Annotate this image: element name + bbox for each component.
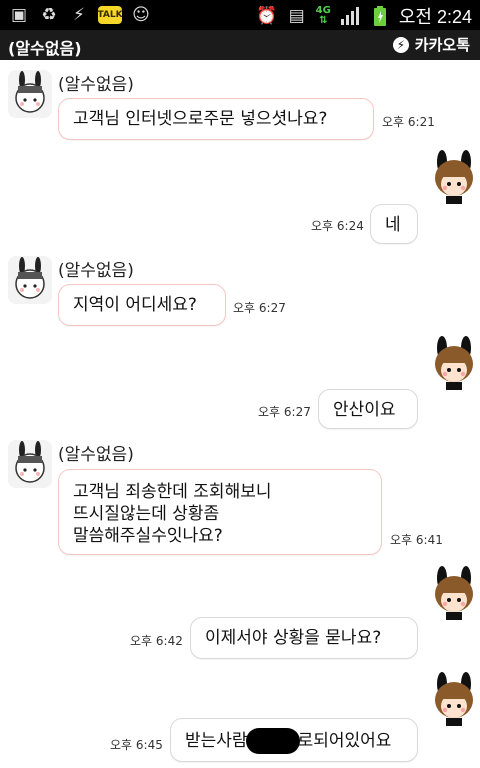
message-bubble[interactable]: 안산이요 xyxy=(318,389,418,429)
message-time: 오후 6:21 xyxy=(382,115,435,129)
message-time: 오후 6:41 xyxy=(390,533,443,547)
status-bar: ▣ ♻ ⚡ TALK ☺ ⏰ ▤ 4G ⇅ 오전 2:24 xyxy=(0,0,480,30)
message-text: 고객님 인터넷으로주문 넣으셧나요? xyxy=(73,109,328,129)
message-time: 오후 6:42 xyxy=(130,634,183,648)
sender-name: (알수없음) xyxy=(58,75,134,95)
message-text: 로되어있어요 xyxy=(297,731,392,751)
recycle-icon: ♻ xyxy=(41,4,57,25)
clock: 오전 2:24 xyxy=(398,7,472,27)
message-time: 오후 6:45 xyxy=(110,738,163,752)
kakaotalk-logo-icon: ⚡ xyxy=(392,36,409,53)
message-bubble[interactable]: 네 xyxy=(370,204,418,244)
kakaotalk-brand[interactable]: ⚡ 카카오톡 xyxy=(392,34,470,55)
sender-name: (알수없음) xyxy=(58,445,134,465)
brand-label: 카카오톡 xyxy=(414,36,470,54)
my-avatar[interactable] xyxy=(428,150,480,204)
notification-icons: ▣ ♻ ⚡ TALK ☺ xyxy=(8,4,152,26)
message-time: 오후 6:24 xyxy=(311,219,364,233)
message-text-line: 말씀해주실수잇나요? xyxy=(73,526,223,546)
message-text: 이제서야 상황을 묻나요? xyxy=(205,628,382,648)
my-avatar[interactable] xyxy=(428,566,480,620)
people-icon: ☺ xyxy=(132,4,150,25)
message-bubble[interactable]: 받는사람 로되어있어요 xyxy=(170,718,418,762)
chat-header: (알수없음) ⚡ 카카오톡 xyxy=(0,30,480,60)
message-bubble[interactable]: 이제서야 상황을 묻나요? xyxy=(190,617,418,659)
redaction-mark xyxy=(245,728,300,754)
gallery-icon: ▣ xyxy=(10,4,28,25)
message-bubble[interactable]: 고객님 죄송한데 조회해보니 뜨시질않는데 상황좀 말씀해주실수잇나요? xyxy=(58,469,382,555)
message-text: 네 xyxy=(385,215,401,235)
message-bubble[interactable]: 고객님 인터넷으로주문 넣으셧나요? xyxy=(58,98,374,140)
message-text-line: 뜨시질않는데 상황좀 xyxy=(73,504,220,524)
my-avatar[interactable] xyxy=(428,672,480,726)
my-avatar[interactable] xyxy=(428,336,480,390)
sender-avatar[interactable] xyxy=(8,70,52,118)
alarm-icon: ⏰ xyxy=(256,5,278,26)
message-bubble[interactable]: 지역이 어디세요? xyxy=(58,284,226,326)
message-text: 지역이 어디세요? xyxy=(73,295,197,315)
chat-title: (알수없음) xyxy=(8,39,82,58)
battery-icon xyxy=(369,5,391,27)
sender-avatar[interactable] xyxy=(8,440,52,488)
usb-icon: ⚡ xyxy=(73,4,85,25)
message-time: 오후 6:27 xyxy=(233,301,286,315)
signal-icon xyxy=(339,5,361,27)
system-icons: ⏰ ▤ 4G ⇅ 오전 2:24 xyxy=(256,3,472,29)
message-text-line: 고객님 죄송한데 조회해보니 xyxy=(73,482,272,502)
data-icon: ▤ xyxy=(288,5,305,26)
message-time: 오후 6:27 xyxy=(258,405,311,419)
kakaotalk-notification-icon: TALK xyxy=(97,6,123,24)
sender-name: (알수없음) xyxy=(58,261,134,281)
sender-avatar[interactable] xyxy=(8,256,52,304)
message-text: 받는사람 xyxy=(185,731,248,751)
message-text: 안산이요 xyxy=(333,400,396,420)
network-type: 4G ⇅ xyxy=(315,5,331,26)
